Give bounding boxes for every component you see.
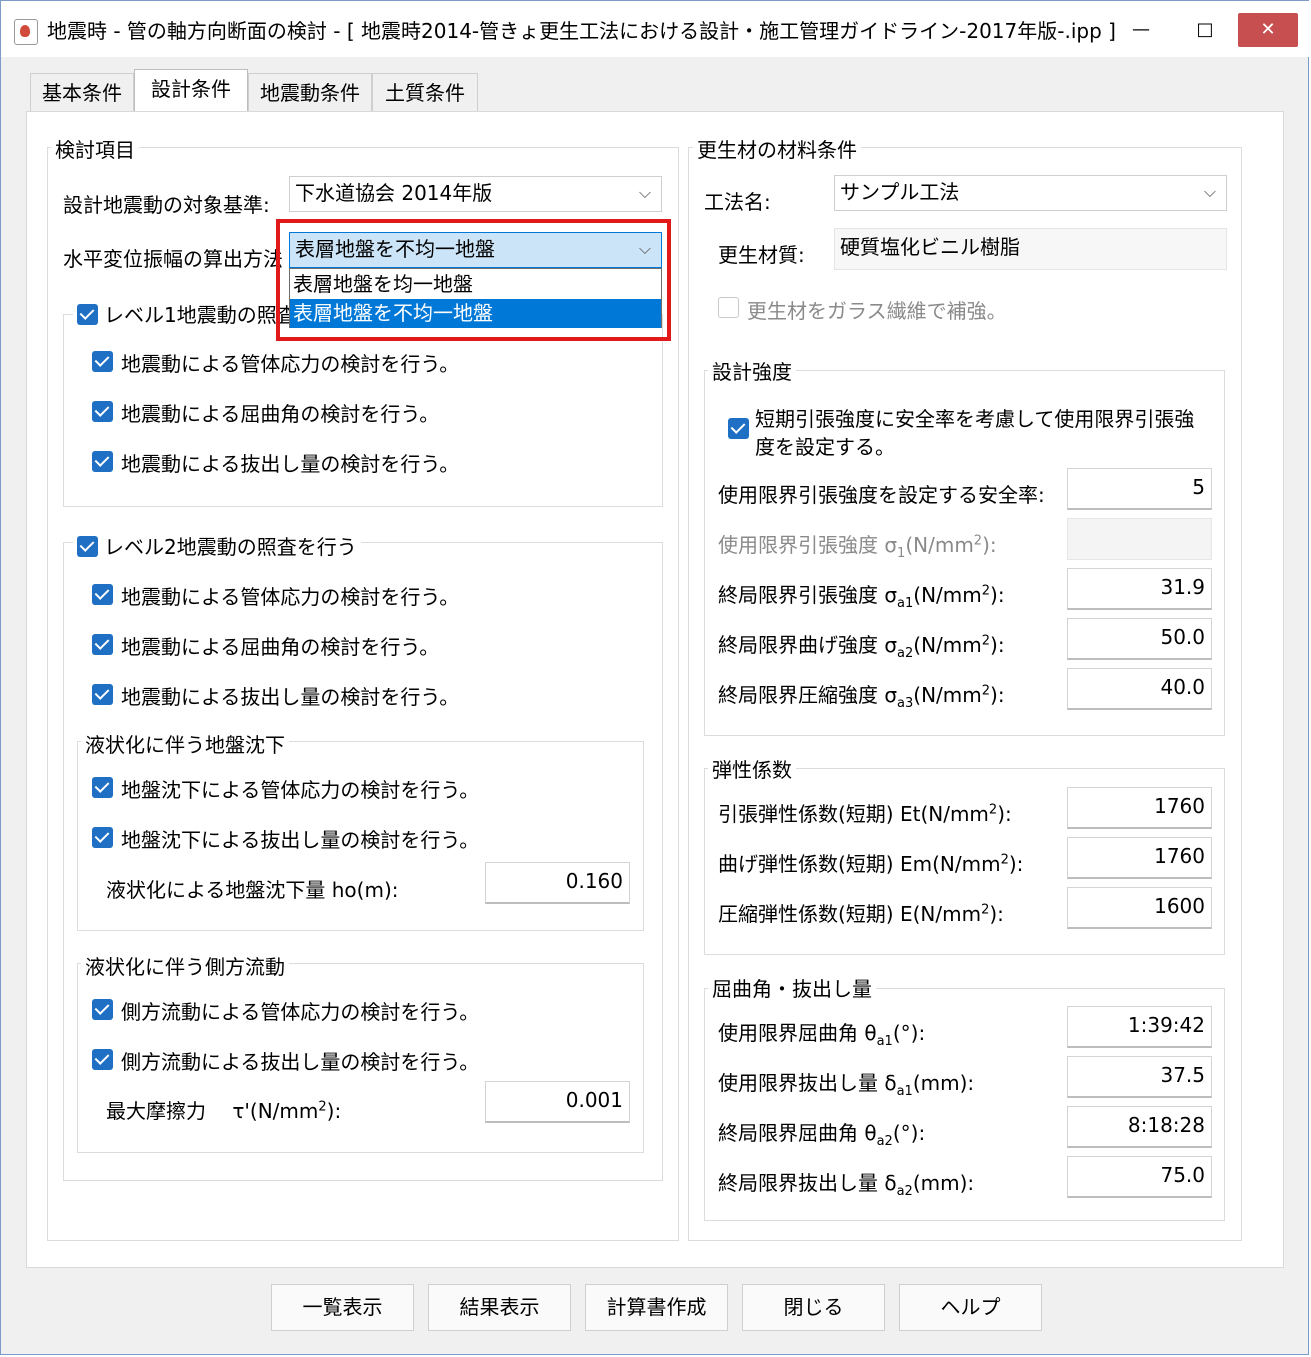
method-name-value: サンプル工法	[840, 180, 960, 204]
compression-modulus-input[interactable]: 1600	[1067, 887, 1212, 929]
level1-title: レベル1地震動の照査を行う	[104, 303, 296, 327]
dialog-window: 地震時 - 管の軸方向断面の検討 - [ 地震時2014-管きょ更生工法における…	[0, 0, 1310, 1355]
highlight-box	[276, 219, 671, 341]
create-report-button[interactable]: 計算書作成	[585, 1284, 728, 1331]
lateral-pullout-label: 側方流動による抜出し量の検討を行う。	[121, 1050, 480, 1074]
usage-tensile-input	[1067, 518, 1212, 560]
settle-pullout-label: 地盤沈下による抜出し量の検討を行う。	[121, 828, 480, 852]
chevron-down-icon: ⌵	[1203, 182, 1216, 201]
friction-input[interactable]: 0.001	[485, 1081, 630, 1123]
tab-design-conditions[interactable]: 設計条件	[134, 69, 248, 112]
standard-value: 下水道協会 2014年版	[295, 181, 493, 205]
l1-bend-checkbox[interactable]	[92, 401, 113, 422]
settle-stress-label: 地盤沈下による管体応力の検討を行う。	[121, 778, 480, 802]
ultimate-bend-label: 終局限界屈曲角 θa2(°):	[718, 1121, 926, 1149]
ultimate-compression-input[interactable]: 40.0	[1067, 668, 1212, 710]
safety-factor-checkbox[interactable]	[728, 418, 749, 439]
ultimate-pullout-input[interactable]: 75.0	[1067, 1156, 1212, 1198]
method-name-label: 工法名:	[704, 190, 771, 214]
ultimate-bending-label: 終局限界曲げ強度 σa2(N/mm2):	[718, 633, 1005, 661]
level2-checkbox[interactable]	[77, 536, 98, 557]
ultimate-tensile-input[interactable]: 31.9	[1067, 568, 1212, 610]
bending-modulus-input[interactable]: 1760	[1067, 837, 1212, 879]
elastic-title: 弾性係数	[708, 754, 796, 783]
tab-soil-conditions[interactable]: 土質条件	[372, 73, 478, 111]
l1-bend-label: 地震動による屈曲角の検討を行う。	[121, 402, 440, 426]
app-icon	[14, 19, 38, 45]
tab-ground-motion-conditions[interactable]: 地震動条件	[248, 73, 372, 111]
settle-pullout-checkbox[interactable]	[92, 827, 113, 848]
safety-factor-check-label-1: 短期引張強度に安全率を考慮して使用限界引張強	[755, 407, 1195, 431]
method-label: 水平変位振幅の算出方法	[63, 247, 283, 271]
level2-title: レベル2地震動の照査を行う	[104, 535, 357, 559]
safety-factor-input[interactable]: 5	[1067, 468, 1212, 510]
usage-tensile-label: 使用限界引張強度 σ1(N/mm2):	[718, 533, 997, 561]
window-title: 地震時 - 管の軸方向断面の検討 - [ 地震時2014-管きょ更生工法における…	[47, 19, 1116, 43]
standard-combo[interactable]: 下水道協会 2014年版 ⌵	[289, 176, 662, 212]
tensile-modulus-input[interactable]: 1760	[1067, 787, 1212, 829]
safety-factor-label: 使用限界引張強度を設定する安全率:	[718, 483, 1045, 507]
ultimate-bending-input[interactable]: 50.0	[1067, 618, 1212, 660]
lateral-stress-checkbox[interactable]	[92, 999, 113, 1020]
standard-label: 設計地震動の対象基準:	[63, 193, 270, 217]
settlement-amount-input[interactable]: 0.160	[485, 862, 630, 904]
result-view-button[interactable]: 結果表示	[428, 1284, 571, 1331]
ultimate-bend-input[interactable]: 8:18:28	[1067, 1106, 1212, 1148]
compression-modulus-label: 圧縮弾性係数(短期) E(N/mm2):	[718, 902, 1004, 926]
minimize-button[interactable]: —	[1109, 13, 1173, 47]
l2-stress-label: 地震動による管体応力の検討を行う。	[121, 585, 460, 609]
l2-bend-checkbox[interactable]	[92, 634, 113, 655]
friction-label: 最大摩擦力 τ'(N/mm2):	[106, 1099, 342, 1123]
glass-fiber-label: 更生材をガラス繊維で補強。	[747, 299, 1007, 323]
level1-legend: レベル1地震動の照査を行う	[73, 299, 296, 328]
l2-pullout-checkbox[interactable]	[92, 684, 113, 705]
level2-legend: レベル2地震動の照査を行う	[73, 531, 361, 560]
material-title: 更生材の材料条件	[693, 134, 861, 163]
glass-fiber-checkbox[interactable]	[718, 297, 739, 318]
material-value: 硬質塩化ビニル樹脂	[834, 228, 1227, 270]
level1-checkbox[interactable]	[77, 304, 98, 325]
l1-stress-label: 地震動による管体応力の検討を行う。	[121, 352, 460, 376]
l1-pullout-label: 地震動による抜出し量の検討を行う。	[121, 452, 460, 476]
bend-title: 屈曲角・抜出し量	[708, 973, 876, 1002]
usage-bend-label: 使用限界屈曲角 θa1(°):	[718, 1021, 926, 1049]
ultimate-tensile-label: 終局限界引張強度 σa1(N/mm2):	[718, 583, 1005, 611]
strength-title: 設計強度	[708, 356, 796, 385]
usage-pullout-label: 使用限界抜出し量 δa1(mm):	[718, 1071, 975, 1099]
ultimate-compression-label: 終局限界圧縮強度 σa3(N/mm2):	[718, 683, 1005, 711]
bending-modulus-label: 曲げ弾性係数(短期) Em(N/mm2):	[718, 852, 1024, 876]
check-items-title: 検討項目	[51, 134, 139, 163]
maximize-button[interactable]: □	[1175, 13, 1235, 47]
material-label: 更生材質:	[718, 243, 805, 267]
close-button[interactable]: 閉じる	[742, 1284, 885, 1331]
usage-pullout-input[interactable]: 37.5	[1067, 1056, 1212, 1098]
lateral-title: 液状化に伴う側方流動	[81, 951, 289, 980]
list-view-button[interactable]: 一覧表示	[271, 1284, 414, 1331]
lateral-pullout-checkbox[interactable]	[92, 1049, 113, 1070]
settle-stress-checkbox[interactable]	[92, 777, 113, 798]
l1-pullout-checkbox[interactable]	[92, 451, 113, 472]
close-window-button[interactable]: ✕	[1238, 13, 1298, 47]
tab-basic-conditions[interactable]: 基本条件	[30, 73, 134, 111]
ultimate-pullout-label: 終局限界抜出し量 δa2(mm):	[718, 1171, 975, 1199]
settlement-title: 液状化に伴う地盤沈下	[81, 729, 289, 758]
usage-bend-input[interactable]: 1:39:42	[1067, 1006, 1212, 1048]
method-name-combo[interactable]: サンプル工法 ⌵	[834, 175, 1227, 211]
settlement-amount-label: 液状化による地盤沈下量 ho(m):	[106, 878, 399, 902]
l2-pullout-label: 地震動による抜出し量の検討を行う。	[121, 685, 460, 709]
help-button[interactable]: ヘルプ	[899, 1284, 1042, 1331]
l2-stress-checkbox[interactable]	[92, 584, 113, 605]
tensile-modulus-label: 引張弾性係数(短期) Et(N/mm2):	[718, 802, 1012, 826]
title-bar: 地震時 - 管の軸方向断面の検討 - [ 地震時2014-管きょ更生工法における…	[1, 1, 1310, 57]
lateral-stress-label: 側方流動による管体応力の検討を行う。	[121, 1000, 480, 1024]
chevron-down-icon: ⌵	[638, 183, 651, 202]
safety-factor-check-label-2: 度を設定する。	[755, 435, 895, 459]
l2-bend-label: 地震動による屈曲角の検討を行う。	[121, 635, 440, 659]
l1-stress-checkbox[interactable]	[92, 351, 113, 372]
